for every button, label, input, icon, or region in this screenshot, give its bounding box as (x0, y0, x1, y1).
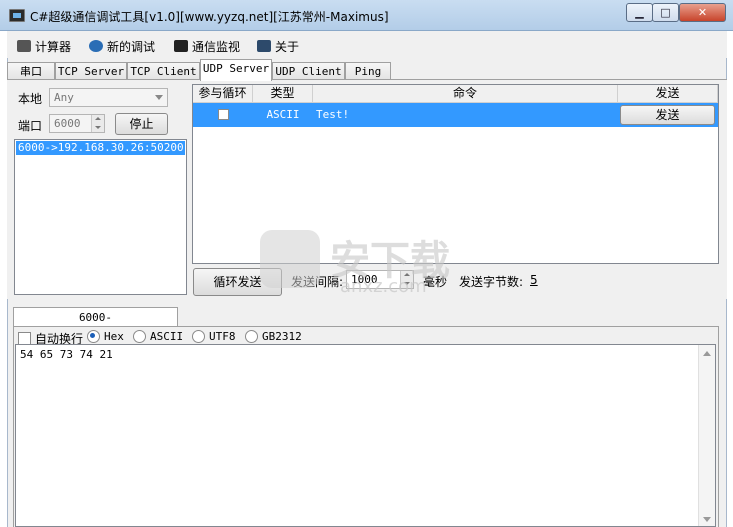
spin-up-icon[interactable] (91, 115, 104, 124)
menu-bar: 计算器 新的调试 通信监视 关于 (7, 31, 727, 58)
radio-ascii[interactable] (133, 330, 146, 343)
watermark-logo (260, 230, 320, 288)
radio-hex[interactable] (87, 330, 100, 343)
watermark-url: anxz.com (340, 276, 427, 297)
new-debug-icon (89, 40, 103, 52)
menu-label: 通信监视 (192, 39, 241, 54)
tab-udp-server[interactable]: UDP Server (200, 59, 272, 81)
encoding-ascii[interactable]: ASCII (133, 330, 183, 343)
table-row[interactable]: ASCII Test! 发送 (193, 103, 718, 127)
encoding-utf8[interactable]: UTF8 (192, 330, 236, 343)
row-command[interactable]: Test! (316, 103, 349, 127)
stop-button[interactable]: 停止 (115, 113, 168, 135)
tab-session[interactable]: 6000->192.168.30.26:50200 (13, 307, 178, 343)
radio-label: ASCII (150, 330, 184, 343)
chevron-down-icon (155, 95, 163, 100)
menu-label: 新的调试 (107, 39, 156, 54)
session-list[interactable]: 6000->192.168.30.26:50200 (14, 139, 187, 295)
tab-udp-client[interactable]: UDP Client (272, 62, 345, 80)
radio-label: UTF8 (209, 330, 236, 343)
calculator-icon (17, 40, 31, 52)
tab-tcp-server[interactable]: TCP Server (55, 62, 127, 80)
close-button[interactable]: ✕ (679, 3, 726, 22)
grid-header-loop: 参与循环 (193, 85, 253, 103)
monitor-icon (174, 40, 188, 52)
tab-strip: 串口 TCP Server TCP Client UDP Server UDP … (7, 59, 727, 81)
app-icon (9, 9, 25, 22)
menu-label: 关于 (275, 39, 300, 54)
minimize-button[interactable]: ▁ (626, 3, 653, 22)
menu-about[interactable]: 关于 (257, 37, 299, 55)
scroll-up-icon[interactable] (703, 351, 711, 356)
loop-checkbox[interactable] (218, 109, 229, 120)
grid-header-send: 发送 (618, 85, 718, 103)
grid-header-command: 命令 (313, 85, 618, 103)
local-label: 本地 (18, 92, 43, 106)
list-item[interactable]: 6000->192.168.30.26:50200 (16, 141, 185, 155)
local-address-value: Any (54, 91, 74, 104)
tab-ping[interactable]: Ping (345, 62, 391, 80)
local-address-combo[interactable]: Any (49, 88, 168, 107)
encoding-gb2312[interactable]: GB2312 (245, 330, 302, 343)
radio-utf8[interactable] (192, 330, 205, 343)
grid-header-type: 类型 (253, 85, 313, 103)
bytes-value: 5 (530, 273, 538, 287)
menu-monitor[interactable]: 通信监视 (174, 37, 240, 55)
vertical-scrollbar[interactable] (698, 345, 715, 526)
receive-content: 54 65 73 74 21 (20, 348, 113, 361)
port-label: 端口 (18, 119, 43, 133)
spin-down-icon[interactable] (91, 123, 104, 132)
radio-label: Hex (104, 330, 124, 343)
maximize-button[interactable]: □ (652, 3, 679, 22)
window-title: C#超级通信调试工具[v1.0][www.yyzq.net][江苏常州-Maxi… (30, 10, 389, 24)
tab-serial[interactable]: 串口 (7, 62, 55, 80)
port-stepper[interactable]: 6000 (49, 114, 105, 133)
port-value: 6000 (54, 117, 81, 130)
menu-label: 计算器 (35, 39, 72, 54)
radio-gb2312[interactable] (245, 330, 258, 343)
menu-calculator[interactable]: 计算器 (17, 37, 71, 55)
title-bar: C#超级通信调试工具[v1.0][www.yyzq.net][江苏常州-Maxi… (0, 0, 733, 31)
tab-tcp-client[interactable]: TCP Client (127, 62, 200, 80)
receive-textarea[interactable]: 54 65 73 74 21 (15, 344, 716, 527)
encoding-hex[interactable]: Hex (87, 330, 124, 343)
scroll-down-icon[interactable] (703, 517, 711, 522)
about-icon (257, 40, 271, 52)
row-type: ASCII (266, 108, 300, 121)
row-send-button[interactable]: 发送 (620, 105, 715, 125)
bytes-label: 发送字节数: (459, 275, 524, 289)
menu-new-debug[interactable]: 新的调试 (89, 37, 155, 55)
radio-label: GB2312 (262, 330, 302, 343)
